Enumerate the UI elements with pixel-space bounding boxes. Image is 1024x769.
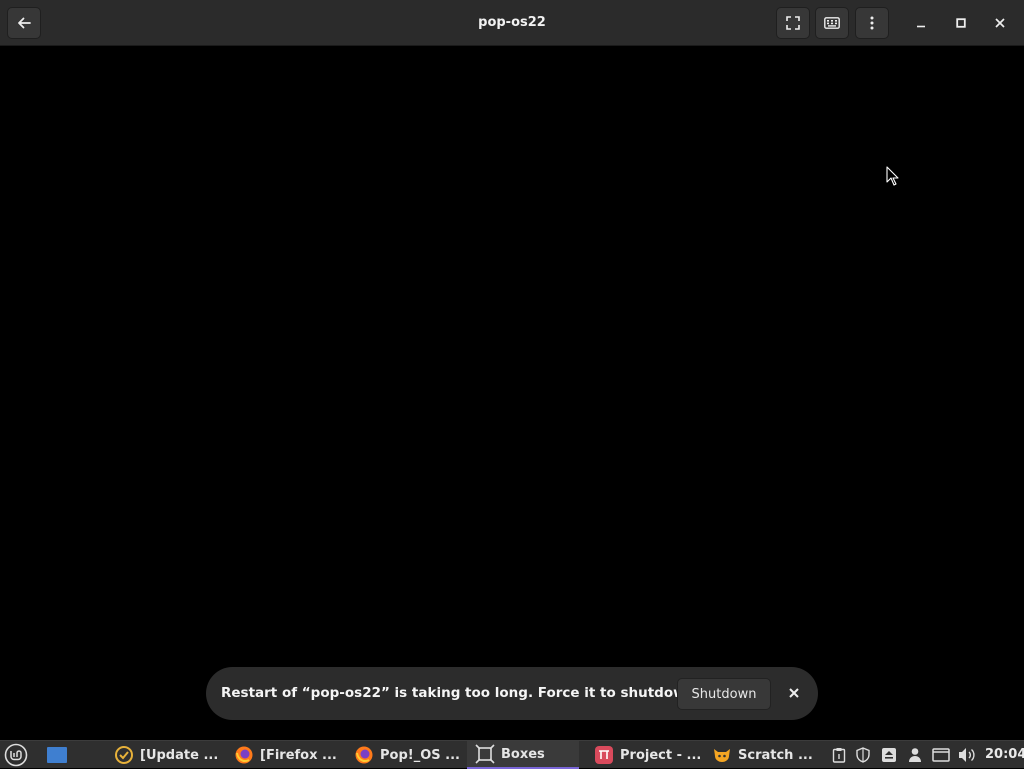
clipboard-icon	[832, 748, 846, 763]
eject-icon	[882, 748, 896, 762]
volume-tray-button[interactable]	[958, 746, 976, 764]
taskbar-item-label: [Update ...	[140, 747, 219, 763]
close-icon	[995, 18, 1005, 28]
taskbar-item-scratch[interactable]: Scratch ...	[712, 741, 816, 769]
taskbar-item-firefox-2[interactable]: Pop!_OS ...	[354, 741, 466, 769]
taskbar-item-label: [Firefox ...	[260, 747, 337, 763]
kebab-menu-icon	[870, 16, 874, 30]
update-manager-icon	[115, 746, 133, 764]
keyboard-button[interactable]	[815, 7, 849, 39]
user-icon	[909, 748, 921, 762]
back-button[interactable]	[7, 7, 41, 39]
firefox-icon	[235, 746, 253, 764]
desktop-icon	[47, 747, 67, 763]
mint-menu-icon	[4, 743, 28, 767]
taskbar-item-label: Project - ...	[620, 747, 702, 763]
minimize-icon	[917, 25, 925, 28]
taskbar-item-label: Scratch ...	[738, 747, 813, 763]
user-tray-button[interactable]	[906, 746, 924, 764]
project-app-icon	[595, 746, 613, 764]
maximize-icon	[956, 18, 966, 28]
minimize-button[interactable]	[909, 11, 933, 35]
keyboard-icon	[824, 17, 840, 29]
maximize-button[interactable]	[949, 11, 973, 35]
scratch-cat-icon	[714, 749, 730, 762]
menu-button[interactable]	[855, 7, 889, 39]
notification-message: Restart of “pop-os22” is taking too long…	[221, 685, 704, 701]
volume-icon	[959, 748, 975, 762]
taskbar-item-update-manager[interactable]: [Update ...	[114, 741, 226, 769]
removable-drive-tray-button[interactable]	[880, 746, 898, 764]
network-icon	[932, 748, 950, 762]
fullscreen-icon	[786, 16, 800, 30]
header-bar: pop-os22	[0, 0, 1024, 46]
network-tray-button[interactable]	[932, 746, 950, 764]
shutdown-button[interactable]: Shutdown	[677, 678, 771, 710]
security-tray-button[interactable]	[854, 746, 872, 764]
back-arrow-icon	[18, 17, 31, 29]
close-icon	[789, 688, 799, 698]
taskbar-item-firefox-1[interactable]: [Firefox ...	[234, 741, 346, 769]
taskbar-item-label: Boxes	[501, 746, 545, 762]
clock[interactable]: 20:04	[985, 747, 1024, 762]
taskbar-item-label: Pop!_OS ...	[380, 747, 460, 763]
notification-close-button[interactable]	[784, 683, 804, 703]
close-button[interactable]	[988, 11, 1012, 35]
taskbar-item-project[interactable]: Project - ...	[594, 741, 706, 769]
show-desktop-button[interactable]	[46, 745, 68, 765]
firefox-icon	[355, 746, 373, 764]
fullscreen-button[interactable]	[776, 7, 810, 39]
clipboard-tray-button[interactable]	[830, 746, 848, 764]
taskbar: [Update ... [Firefox ... Pop!_OS ... Box…	[0, 740, 1024, 769]
taskbar-item-boxes[interactable]: Boxes	[467, 741, 579, 769]
notification-toast: Restart of “pop-os22” is taking too long…	[206, 667, 818, 720]
vm-display[interactable]	[0, 46, 1024, 740]
shield-icon	[856, 747, 870, 763]
mouse-pointer-icon	[886, 166, 899, 186]
start-menu-button[interactable]	[4, 743, 28, 767]
boxes-icon	[475, 744, 495, 764]
